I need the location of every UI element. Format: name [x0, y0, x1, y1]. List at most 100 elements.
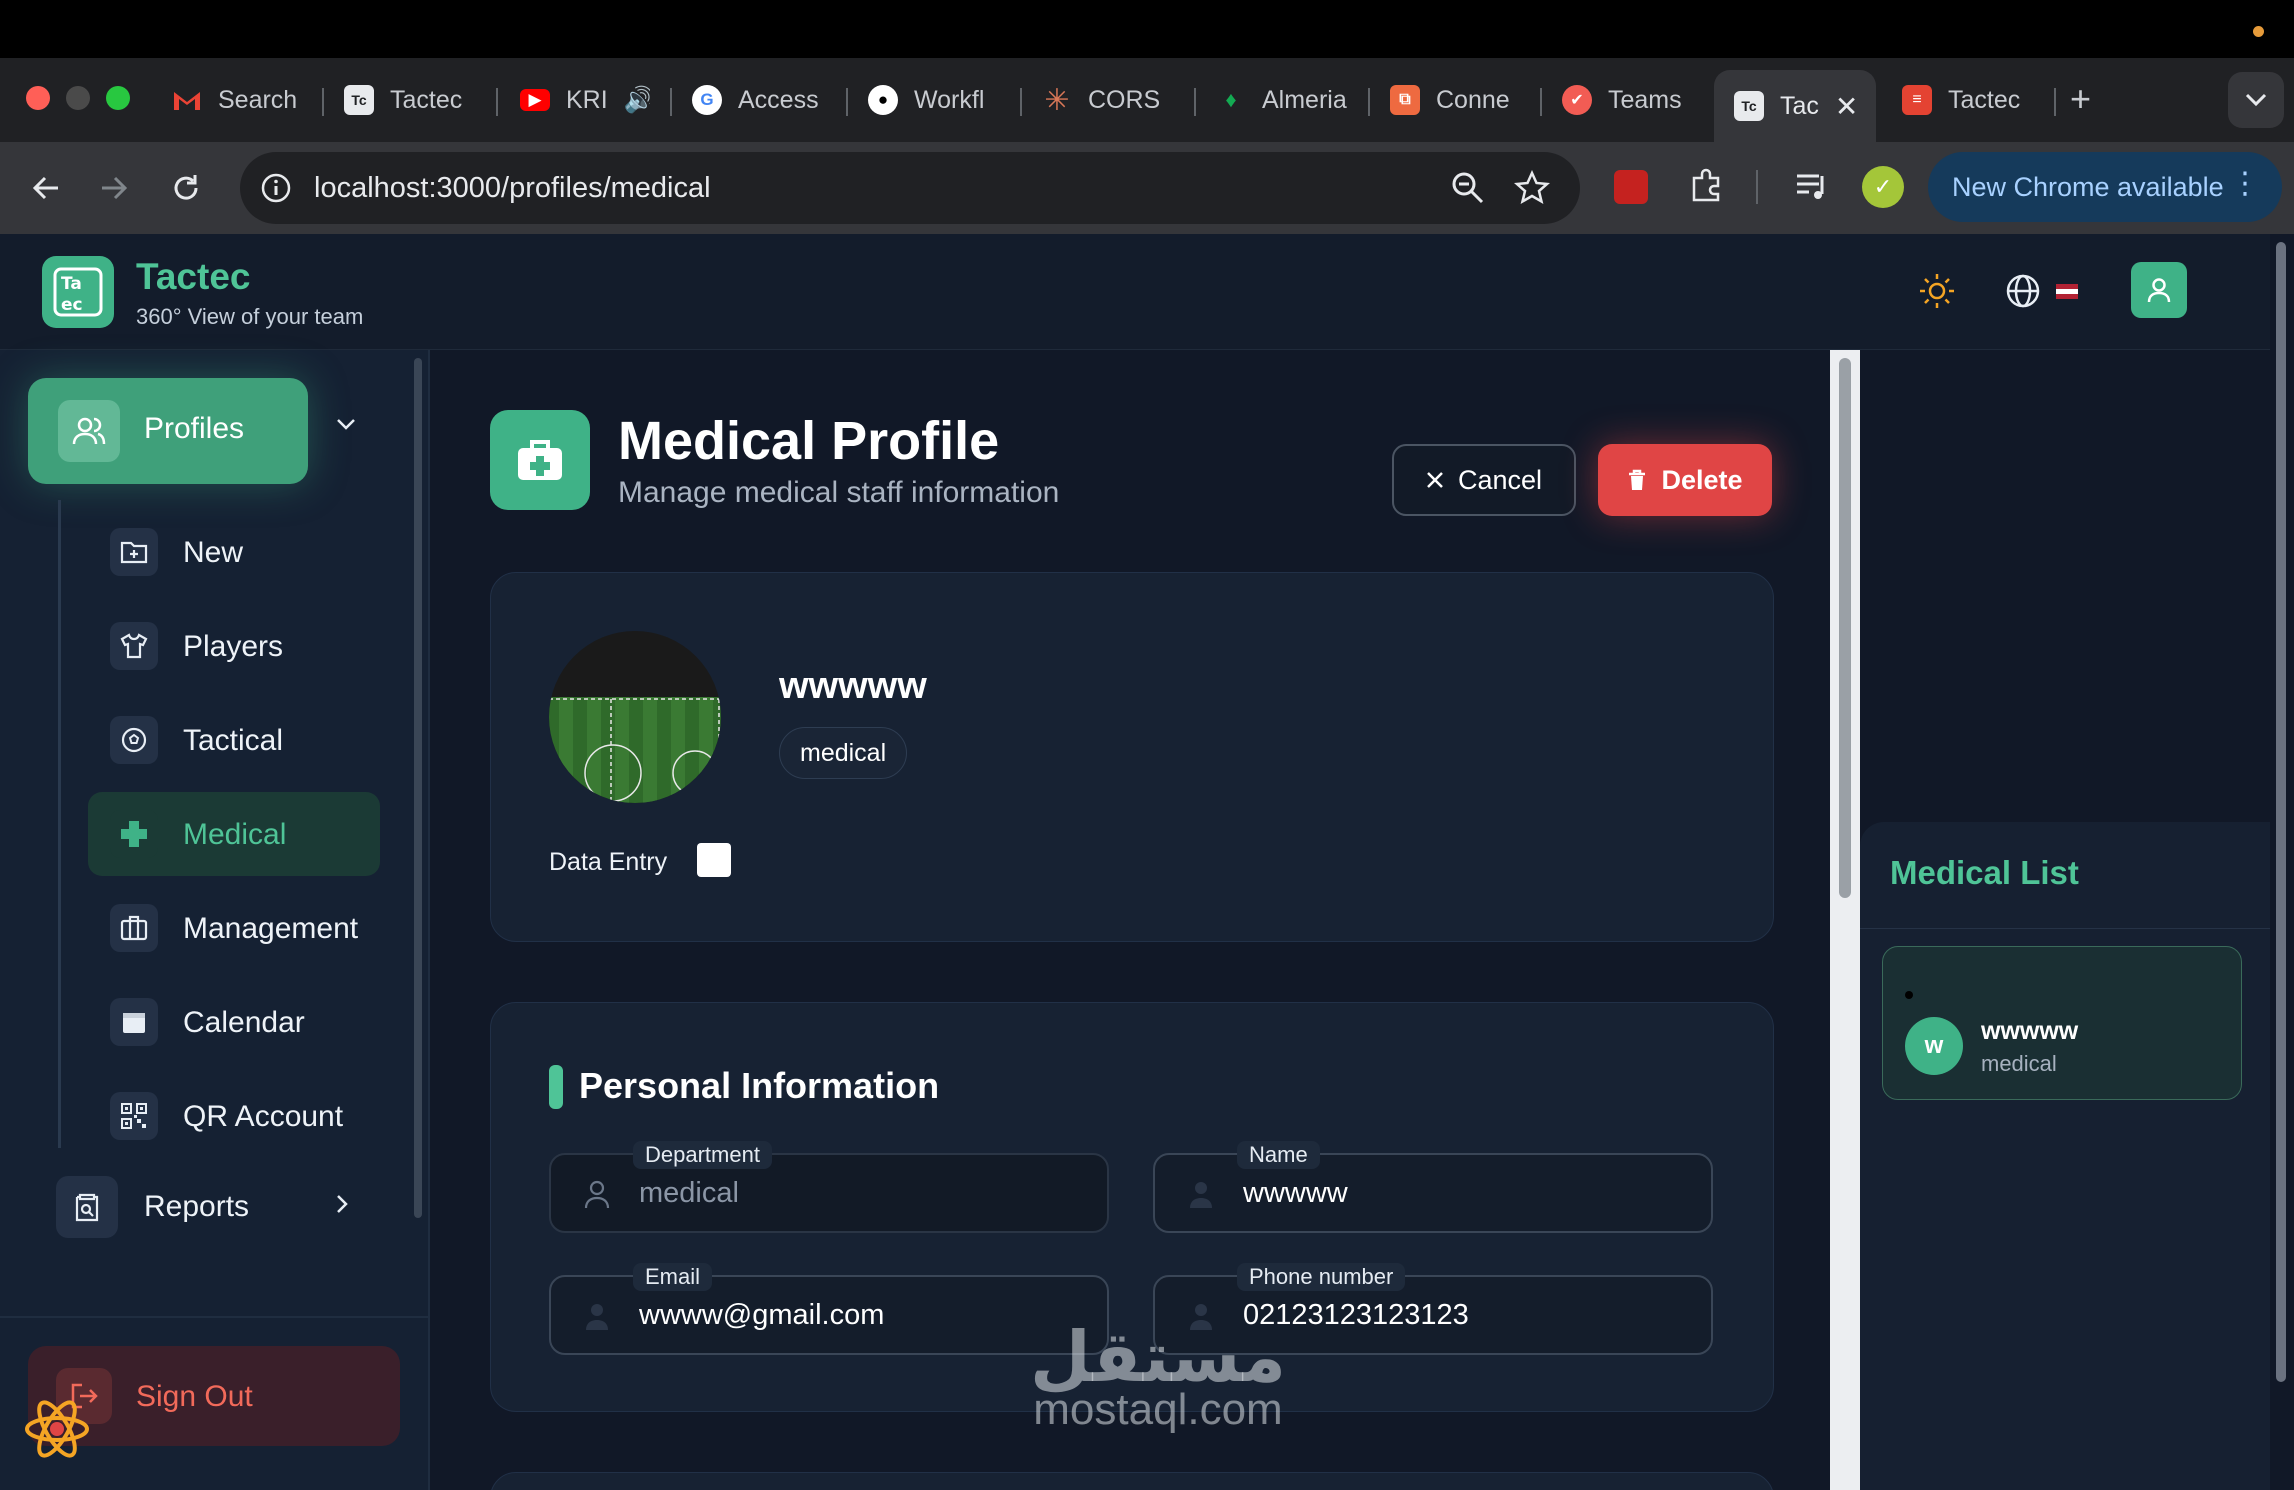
teams-icon: ✔ — [1562, 85, 1592, 115]
department-field[interactable]: Department medical — [549, 1141, 1109, 1233]
browser-tab-strip: Search Tc Tactec ▶ KRI 🔊 G Access ● Work… — [0, 58, 2294, 142]
tactec-icon: Tc — [344, 85, 374, 115]
user-icon — [583, 1301, 611, 1331]
bookmark-star-icon[interactable] — [1514, 170, 1550, 206]
users-icon — [58, 400, 120, 462]
main-scrollbar[interactable] — [1830, 350, 1860, 1490]
sidebar-item-label: QR Account — [183, 1100, 344, 1133]
page-scroll-thumb[interactable] — [2276, 242, 2286, 1382]
sidebar-item-label: Management — [183, 912, 359, 945]
tab-label: Almeria — [1262, 85, 1347, 114]
section-accent-bar — [549, 1065, 563, 1109]
sidebar-profiles-button[interactable]: Profiles — [28, 378, 308, 484]
extensions-puzzle-icon[interactable] — [1688, 166, 1726, 204]
sidebar-scrollbar[interactable] — [414, 358, 422, 1218]
sidebar-item-players[interactable]: Players — [88, 604, 380, 688]
tab-label: Access — [738, 85, 819, 114]
globe-language-icon[interactable] — [2004, 272, 2042, 310]
browser-tab[interactable]: ⧉ Conne — [1390, 78, 1520, 122]
sidebar-item-calendar[interactable]: Calendar — [88, 980, 380, 1064]
browser-tab[interactable]: ● Workfl — [868, 78, 1008, 122]
profile-summary-card: wwwww medical Data Entry — [490, 572, 1774, 942]
tab-label: CORS — [1088, 85, 1161, 114]
role-badge: medical — [779, 727, 908, 779]
update-label: New Chrome available — [1952, 171, 2224, 202]
sidebar-reports-button[interactable]: Reports — [28, 1164, 378, 1248]
back-arrow-icon[interactable] — [26, 168, 66, 208]
tab-separator — [846, 88, 848, 116]
watermark-arabic: مستقل — [1029, 1316, 1286, 1398]
browser-tab[interactable]: Search — [172, 78, 302, 122]
app-viewport: Ta ec Tactec 360° View of your team Profi… — [0, 234, 2294, 1490]
data-entry-label: Data Entry — [549, 848, 668, 876]
qr-code-icon — [110, 1092, 158, 1140]
sun-theme-icon[interactable] — [1918, 272, 1956, 310]
next-section-card — [490, 1472, 1774, 1490]
page-scrollbar[interactable] — [2270, 234, 2294, 1490]
new-tab-plus-icon[interactable]: + — [2070, 78, 2091, 120]
sidebar-item-label: Players — [183, 630, 284, 663]
claude-icon: ✳ — [1044, 83, 1070, 117]
profile-check-icon[interactable]: ✓ — [1862, 166, 1904, 208]
reload-icon[interactable] — [166, 168, 206, 208]
medical-list-title: Medical List — [1890, 854, 2079, 891]
chevron-right-icon — [336, 1194, 348, 1214]
kebab-menu-icon[interactable]: ⋮ — [2230, 166, 2260, 201]
sidebar-item-medical[interactable]: Medical — [88, 792, 380, 876]
speaker-icon[interactable]: 🔊 — [624, 86, 650, 115]
brand-name: Tactec — [136, 256, 251, 297]
maximize-window-button[interactable] — [106, 86, 130, 110]
user-avatar-button[interactable] — [2131, 262, 2187, 318]
sidebar-item-tactical[interactable]: Tactical — [88, 698, 380, 782]
mongodb-icon: ♦ — [1225, 87, 1237, 112]
browser-tab[interactable]: ≡ Tactec — [1902, 78, 2048, 122]
browser-tab[interactable]: G Access — [692, 78, 832, 122]
tab-label: Tactec — [1948, 85, 2021, 114]
medical-kit-icon — [490, 410, 590, 510]
address-bar[interactable]: localhost:3000/profiles/medical — [240, 152, 1580, 224]
cancel-button[interactable]: Cancel — [1392, 444, 1576, 516]
chevron-down-icon[interactable] — [336, 418, 356, 430]
tab-search-chevron-icon[interactable] — [2228, 72, 2284, 128]
us-flag-icon[interactable] — [2056, 284, 2078, 299]
react-devtools-icon[interactable] — [22, 1394, 92, 1464]
name-field[interactable]: Name wwwww — [1153, 1141, 1713, 1233]
new-chrome-available-button[interactable]: New Chrome available ⋮ — [1928, 152, 2282, 222]
list-item[interactable]: w wwwww medical — [1882, 946, 2242, 1100]
site-info-icon[interactable] — [254, 166, 298, 210]
close-window-button[interactable] — [26, 86, 50, 110]
tab-separator — [2054, 88, 2056, 116]
delete-label: Delete — [1661, 464, 1743, 495]
panel-divider — [1860, 928, 2270, 929]
main-scroll-thumb[interactable] — [1839, 358, 1851, 898]
browser-tab[interactable]: ♦ Almeria — [1216, 78, 1354, 122]
section-title: Personal Information — [579, 1065, 940, 1106]
sidebar-item-new[interactable]: New — [88, 510, 380, 594]
minimize-window-button[interactable] — [66, 86, 90, 110]
tab-label: Workfl — [914, 85, 985, 114]
list-item-role: medical — [1981, 1051, 2057, 1076]
sidebar-item-qr-account[interactable]: QR Account — [88, 1074, 380, 1158]
forward-arrow-icon[interactable] — [94, 168, 134, 208]
delete-button[interactable]: Delete — [1598, 444, 1772, 516]
sidebar-item-management[interactable]: Management — [88, 886, 380, 970]
profile-photo[interactable] — [549, 631, 721, 803]
browser-tab-active[interactable]: Tc Tac ✕ — [1714, 70, 1876, 142]
medical-list-panel: Medical List w wwwww medical — [1860, 822, 2270, 1490]
browser-tab[interactable]: ✳ CORS — [1042, 78, 1172, 122]
media-controls-icon[interactable] — [1794, 168, 1830, 204]
tactec-logo[interactable]: Ta ec — [42, 256, 114, 328]
calendar-icon — [110, 998, 158, 1046]
browser-tab[interactable]: ✔ Teams — [1562, 78, 1692, 122]
browser-tab[interactable]: Tc Tactec — [344, 78, 484, 122]
github-icon: ● — [868, 85, 898, 115]
user-icon — [1187, 1179, 1215, 1209]
watermark-latin: mostaql.com — [1033, 1385, 1283, 1434]
browser-tab[interactable]: ▶ KRI 🔊 — [520, 78, 650, 122]
tab-separator — [670, 88, 672, 116]
zoom-icon[interactable] — [1450, 170, 1486, 206]
tab-separator — [496, 88, 498, 116]
extension-icon[interactable] — [1614, 170, 1648, 204]
close-tab-icon[interactable]: ✕ — [1835, 90, 1858, 123]
data-entry-checkbox[interactable] — [697, 843, 731, 877]
